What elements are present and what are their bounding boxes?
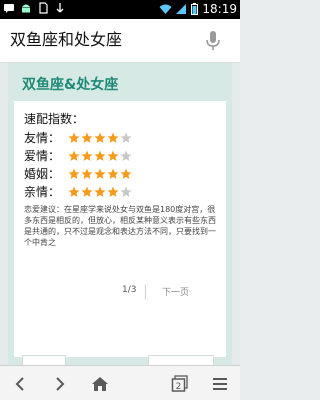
star-empty-icon [120,186,132,197]
rating-row-family: 亲情： [24,184,132,200]
wifi-icon [159,4,172,14]
back-button[interactable] [0,366,40,400]
android-icon [22,4,30,13]
page-content: 双鱼座&处女座 速配指数： 友情： 爱情： 婚姻： 亲情： 恋爱建议：在星座学来… [0,63,240,365]
star-filled-icon [68,150,80,161]
tabs-icon: 2 [171,374,188,392]
star-filled-icon [68,132,80,143]
signal-icon [176,4,187,14]
forward-icon [56,376,65,391]
love-advice-text: 恋爱建议：在星座学来说处女与双鱼是180度对宫，很多东西是相反的，但放心，相反某… [24,205,216,247]
rating-label: 友情： [24,131,61,145]
star-filled-icon [107,150,119,161]
horoscope-card: 双鱼座&处女座 速配指数： 友情： 爱情： 婚姻： 亲情： 恋爱建议：在星座学来… [8,63,232,365]
status-bar: 18:19 [0,0,240,19]
star-filled-icon [120,168,132,179]
status-time: 18:19 [202,2,237,16]
star-rating [68,186,132,198]
star-filled-icon [68,186,80,197]
card-content: 速配指数： 友情： 爱情： 婚姻： 亲情： 恋爱建议：在星座学来说处女与双鱼是1… [14,101,226,357]
star-filled-icon [81,168,93,179]
usb-icon [56,3,64,13]
home-button[interactable] [80,366,120,400]
menu-button[interactable] [200,366,240,400]
search-input[interactable]: 双鱼座和处女座 [10,30,122,50]
next-page-button[interactable]: 下一页 [162,285,189,298]
battery-icon [191,3,199,15]
mic-icon[interactable] [205,30,221,52]
next-card-peek-right [148,355,214,365]
menu-icon [213,377,227,390]
star-filled-icon [81,186,93,197]
star-filled-icon [94,132,106,143]
rating-label: 婚姻： [24,167,61,181]
star-rating [68,150,132,162]
rating-label: 爱情： [24,149,61,163]
sms-icon [4,4,14,13]
forward-button[interactable] [40,366,80,400]
page-indicator: 1/3 [122,285,137,295]
star-empty-icon [120,150,132,161]
star-filled-icon [68,168,80,179]
card-title[interactable]: 双鱼座&处女座 [22,76,118,94]
star-filled-icon [107,132,119,143]
rating-label: 亲情： [24,185,61,199]
star-filled-icon [94,186,106,197]
pager-divider [145,285,146,299]
browser-toolbar: 2 [0,365,240,400]
tab-count: 2 [176,382,182,392]
search-bar[interactable]: 双鱼座和处女座 [0,19,240,63]
star-filled-icon [81,150,93,161]
home-icon [92,376,108,391]
star-empty-icon [120,132,132,143]
back-icon [15,376,24,391]
star-rating [68,132,132,144]
star-filled-icon [94,168,106,179]
star-rating [68,168,132,180]
star-filled-icon [81,132,93,143]
sim-icon [39,2,48,14]
pager: 1/3 下一页 [14,281,226,305]
star-filled-icon [107,186,119,197]
next-card-peek-left [22,355,66,365]
rating-row-friendship: 友情： [24,130,132,146]
star-filled-icon [94,150,106,161]
star-filled-icon [107,168,119,179]
rating-row-marriage: 婚姻： [24,166,132,182]
rating-row-love: 爱情： [24,148,132,164]
match-heading: 速配指数： [24,112,85,126]
tabs-button[interactable]: 2 [160,366,200,400]
